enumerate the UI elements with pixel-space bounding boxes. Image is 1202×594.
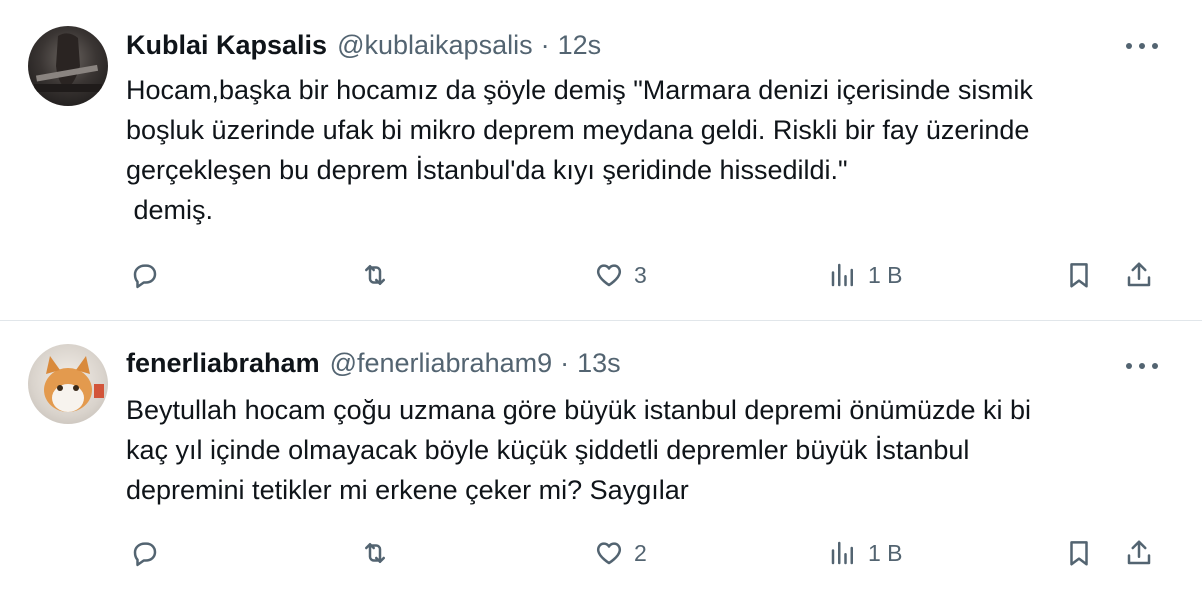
tweet-text-line: depremini tetikler mi erkene çeker mi? S… — [126, 475, 689, 505]
reply-button[interactable] — [130, 533, 160, 573]
avatar[interactable] — [28, 344, 108, 424]
retweet-icon — [365, 265, 385, 285]
author-handle[interactable]: @fenerliabraham9 — [330, 348, 553, 379]
more-icon[interactable] — [1126, 40, 1158, 52]
timestamp[interactable]: 13s — [577, 348, 621, 379]
separator: · — [540, 29, 550, 60]
more-icon[interactable] — [1126, 360, 1158, 372]
retweet-button[interactable] — [360, 533, 390, 573]
reply-icon — [133, 542, 157, 567]
avatar[interactable] — [28, 26, 108, 106]
timestamp[interactable]: 12s — [558, 30, 602, 61]
action-bar: 2 1 B — [0, 533, 1202, 573]
tweet-header: fenerliabraham @fenerliabraham9 · 13s — [126, 343, 621, 383]
action-bar: 3 1 B — [0, 255, 1202, 295]
views-icon — [831, 263, 853, 287]
bookmark-icon — [1070, 263, 1088, 288]
reply-button[interactable] — [130, 255, 160, 295]
author-handle[interactable]: @kublaikapsalis — [337, 30, 533, 61]
tweet-text-line: gerçekleşen bu deprem İstanbul'da kıyı ş… — [126, 155, 848, 185]
author-name[interactable]: fenerliabraham — [126, 348, 320, 379]
avatar-image — [34, 33, 102, 92]
tweet-text: Beytullah hocam çoğu uzmana göre büyük i… — [126, 390, 1171, 510]
author-name[interactable]: Kublai Kapsalis — [126, 30, 327, 61]
share-button[interactable] — [1124, 533, 1154, 573]
view-count: 1 B — [868, 539, 903, 566]
tweet-text: Hocam,başka bir hocamız da şöyle demiş "… — [126, 70, 1171, 230]
share-icon — [1127, 540, 1151, 565]
retweet-button[interactable] — [360, 255, 390, 295]
bookmark-button[interactable] — [1064, 533, 1094, 573]
share-button[interactable] — [1124, 255, 1154, 295]
view-count: 1 B — [868, 261, 903, 288]
like-count: 2 — [634, 539, 647, 566]
heart-icon — [596, 542, 622, 565]
tweet-text-line: Beytullah hocam çoğu uzmana göre büyük i… — [126, 395, 1032, 425]
heart-icon — [596, 264, 622, 287]
views-button[interactable]: 1 B — [828, 255, 903, 295]
retweet-icon — [365, 543, 385, 563]
share-icon — [1127, 262, 1151, 287]
views-button[interactable]: 1 B — [828, 533, 903, 573]
reply-icon — [133, 264, 157, 289]
avatar-image — [44, 356, 104, 412]
tweet-text-line: kaç yıl içinde olmayacak böyle küçük şid… — [126, 435, 970, 465]
bookmark-button[interactable] — [1064, 255, 1094, 295]
bookmark-icon — [1070, 541, 1088, 566]
tweet[interactable]: Kublai Kapsalis @kublaikapsalis · 12s Ho… — [0, 0, 1202, 321]
tweet[interactable]: fenerliabraham @fenerliabraham9 · 13s Be… — [0, 321, 1202, 594]
views-icon — [831, 541, 853, 565]
tweet-text-line: boşluk üzerinde ufak bi mikro deprem mey… — [126, 115, 1030, 145]
tweet-text-line: Hocam,başka bir hocamız da şöyle demiş "… — [126, 75, 1033, 105]
tweet-header: Kublai Kapsalis @kublaikapsalis · 12s — [126, 25, 601, 65]
like-count: 3 — [634, 261, 647, 288]
separator: · — [560, 347, 570, 378]
like-button[interactable]: 2 — [594, 533, 647, 573]
tweet-text-line: demiş. — [126, 195, 214, 225]
like-button[interactable]: 3 — [594, 255, 647, 295]
